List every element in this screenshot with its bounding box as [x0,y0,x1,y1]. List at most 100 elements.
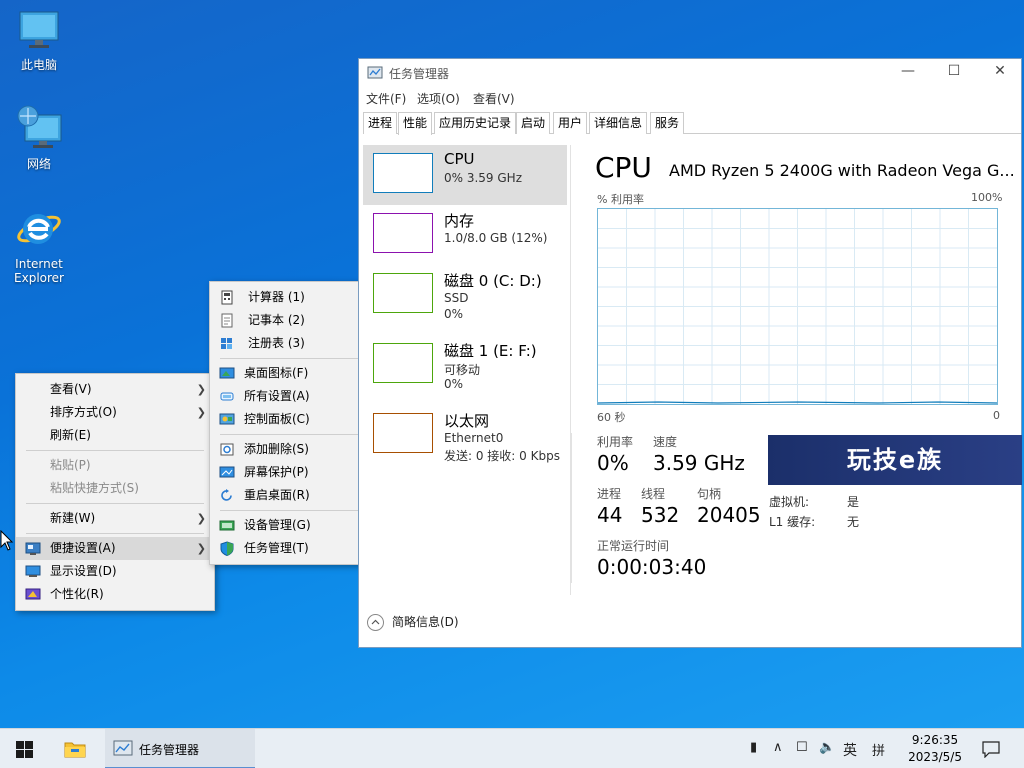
clock-date: 2023/5/5 [908,750,962,764]
chevron-right-icon: ❯ [196,512,206,525]
resource-detail: 1.0/8.0 GB (12%) [444,231,548,245]
resource-item-memory[interactable]: 内存 1.0/8.0 GB (12%) [363,205,567,265]
menu-item-new[interactable]: 新建(W) ❯ [16,507,214,530]
menu-item-personalize[interactable]: 个性化(R) [16,583,214,606]
graph-min: 0 [993,409,1000,422]
task-manager-window: 任务管理器 — ☐ ✕ 文件(F) 选项(O) 查看(V) 进程 性能 应用历史… [358,58,1022,648]
tab-processes[interactable]: 进程 [363,112,398,134]
windows-start-icon[interactable] [16,741,33,758]
graph-label: % 利用率 [597,193,644,206]
task-manager-icon [367,66,383,79]
watermark-banner: 玩技e族 [768,435,1022,485]
window-title: 任务管理器 [389,67,450,81]
minimize-button[interactable]: — [893,63,923,79]
tab-bar: 进程 性能 应用历史记录 启动 用户 详细信息 服务 [363,112,1021,135]
registry-icon [221,338,232,349]
chevron-right-icon: ❯ [196,542,206,555]
resource-usage: 0% [444,307,464,321]
graph-grid [598,209,997,404]
tab-services[interactable]: 服务 [650,112,685,134]
menu-separator [220,358,376,359]
uptime-label: 正常运行时间 [597,539,670,553]
tab-app-history[interactable]: 应用历史记录 [434,112,517,134]
ime-mode[interactable]: 拼 [872,740,885,759]
resource-item-ethernet[interactable]: 以太网 Ethernet0 发送: 0 接收: 0 Kbps [363,405,567,465]
chevron-right-icon: ❯ [196,406,206,419]
menu-separator [26,450,204,451]
taskbar-app-task-manager[interactable]: 任务管理器 [105,729,255,768]
detail-heading: CPU [595,151,652,184]
disk-thumbnail [373,343,433,383]
network-tray-icon[interactable]: ☐ [796,740,808,755]
desktop-context-menu: 查看(V) ❯ 排序方式(O) ❯ 刷新(E) 粘贴(P) 粘贴快捷方式(S) 新建… [15,373,215,611]
ime-language[interactable]: 英 [843,740,857,760]
resource-detail: 可移动 [444,363,481,377]
menu-item-paste-shortcut: 粘贴快捷方式(S) [50,481,139,495]
l1-cache-label: L1 缓存: [769,515,816,529]
mouse-cursor-icon [0,530,14,551]
taskbar-app-label: 任务管理器 [139,743,200,757]
menu-item-refresh[interactable]: 刷新(E) [16,424,214,447]
clock[interactable]: 9:26:35 2023/5/5 [908,732,962,766]
device-manager-icon [219,520,235,531]
resource-name: 磁盘 0 (C: D:) [444,272,542,290]
tab-startup[interactable]: 启动 [516,112,551,134]
menu-item-paste: 粘贴(P) [50,458,91,472]
notification-icon[interactable] [982,741,1000,758]
resource-name: CPU [444,150,475,168]
desktop-icon-label: Internet [15,257,63,271]
resource-name: 内存 [444,212,475,230]
resource-name: 磁盘 1 (E: F:) [444,342,537,360]
handles-label: 句柄 [697,487,722,501]
fewer-details-button[interactable]: 简略信息(D) [367,613,459,631]
desktop-icon-this-pc[interactable]: 此电脑 [1,10,77,73]
resource-item-disk-1[interactable]: 磁盘 1 (E: F:) 可移动 0% [363,335,567,395]
desktop-icon-internet-explorer[interactable]: Internet Explorer [1,203,77,285]
menu-item-sort[interactable]: 排序方式(O) ❯ [16,401,214,424]
action-center-tray-icon[interactable]: ▮ [750,740,757,755]
resource-usage: 发送: 0 接收: 0 Kbps [444,449,560,463]
up-arrow-icon[interactable]: ∧ [773,740,783,755]
detail-divider [571,433,572,583]
vm-label: 虚拟机: [769,495,810,509]
resource-item-cpu[interactable]: CPU 0% 3.59 GHz [363,145,567,205]
refresh-icon [221,489,232,501]
menu-item-view[interactable]: 查看(V) ❯ [16,378,214,401]
close-button[interactable]: ✕ [985,63,1015,79]
tab-details[interactable]: 详细信息 [589,112,648,134]
uptime-value: 0:00:03:40 [597,555,707,579]
resource-item-disk-0[interactable]: 磁盘 0 (C: D:) SSD 0% [363,265,567,325]
handles-value: 20405 [697,503,761,527]
network-icon [17,105,62,148]
menu-item-display-settings[interactable]: 显示设置(D) [16,560,214,583]
menu-view[interactable]: 查看(V) [473,90,515,107]
notepad-icon [221,313,233,328]
tab-performance[interactable]: 性能 [398,112,433,135]
file-explorer-icon[interactable] [64,740,86,758]
computer-icon [19,11,59,48]
menu-options[interactable]: 选项(O) [417,90,460,107]
quick-settings-icon [25,542,41,555]
desktop-icons-icon [219,367,235,379]
settings-icon [220,392,234,401]
desktop-icon-network[interactable]: 网络 [1,105,77,172]
menu-separator [26,503,204,504]
menu-separator [26,533,204,534]
processes-value: 44 [597,503,623,527]
internet-explorer-icon [17,214,61,244]
tab-users[interactable]: 用户 [553,112,588,134]
add-remove-icon [220,443,234,456]
graph-max: 100% [971,191,1003,204]
memory-thumbnail [373,213,433,253]
resource-name: 以太网 [444,412,490,430]
maximize-button[interactable]: ☐ [939,63,969,79]
cpu-model: AMD Ryzen 5 2400G with Radeon Vega G... [669,161,1015,180]
chevron-right-icon: ❯ [196,383,206,396]
volume-icon[interactable]: 🔈 [819,740,835,755]
title-bar[interactable]: 任务管理器 — ☐ ✕ [359,59,1021,87]
ethernet-thumbnail [373,413,433,453]
clock-time: 9:26:35 [911,733,959,747]
menu-bar: 文件(F) 选项(O) 查看(V) [359,87,1021,109]
menu-item-quick-settings[interactable]: 便捷设置(A) ❯ [16,537,214,560]
menu-file[interactable]: 文件(F) [366,90,406,107]
